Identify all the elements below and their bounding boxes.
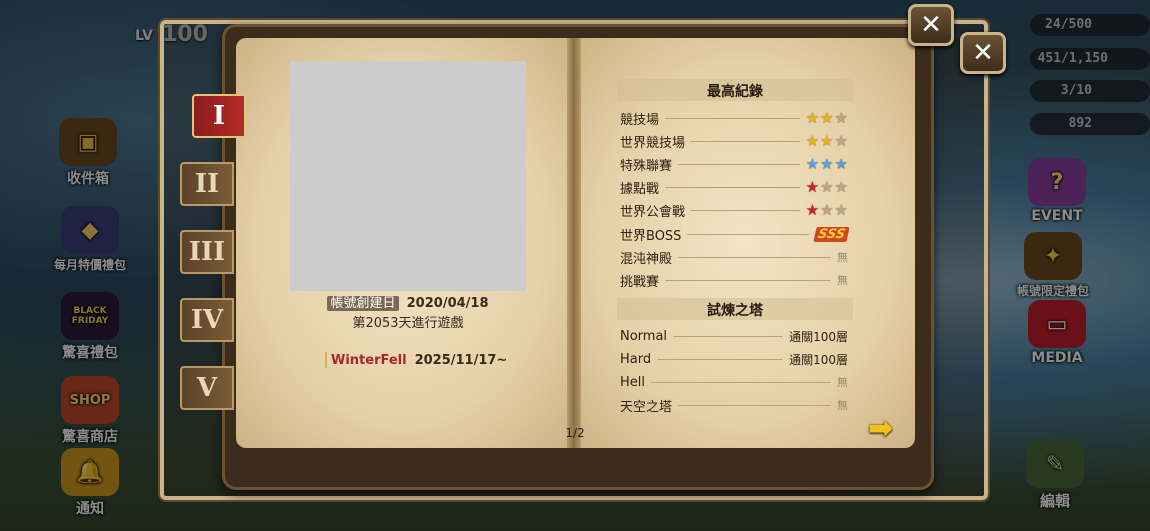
tower-title: 試煉之塔 [617,298,853,320]
star-filled-icon: ★ [805,131,820,150]
tower-value: 無 [837,399,848,412]
profile-image-placeholder [290,61,526,291]
tab-3[interactable]: III [180,230,234,274]
tab-4[interactable]: IV [180,298,234,342]
rank-badge: SSS [813,226,850,242]
record-row: 特殊聯賽 ★ ★ ★ [620,154,848,174]
leader-line [678,163,800,165]
leader-line [691,140,800,142]
tower-row: 天空之塔 無 [620,396,848,415]
tower-label: Hard [620,351,652,367]
tower-label: 天空之塔 [620,399,673,415]
leader-line [673,335,784,337]
record-row: 據點戰 ★ ★ ★ [620,177,848,197]
record-label: 混沌神殿 [620,251,673,267]
star-rating: ★ ★ ★ [805,154,848,173]
star-filled-icon: ★ [805,154,820,173]
tower-label: Normal [620,328,668,344]
days-played: 第2053天進行遊戲 [352,316,464,331]
next-page-button[interactable]: ➡ [868,414,902,444]
record-label: 特殊聯賽 [620,158,673,174]
guild-shield-icon [325,352,327,368]
record-row: 挑戰賽 無 [620,271,848,290]
star-filled-icon: ★ [805,200,820,219]
account-created: 帳號創建日 2020/04/18 [290,292,526,311]
star-rating: ★ ★ ★ [805,131,848,150]
leader-line [665,186,800,188]
record-row: 世界公會戰 ★ ★ ★ [620,200,848,220]
star-filled-icon: ★ [820,108,834,127]
record-row: 世界競技場 ★ ★ ★ [620,131,848,151]
tower-label: Hell [620,374,645,390]
tower-row: Hell 無 [620,373,848,391]
star-filled-icon: ★ [820,154,834,173]
leader-line [687,233,809,235]
leader-line [691,209,800,211]
star-empty-icon: ★ [834,200,848,219]
star-empty-icon: ★ [820,200,834,219]
star-empty-icon: ★ [820,177,834,196]
tab-5[interactable]: V [180,366,234,410]
record-value: 無 [837,251,848,264]
record-row: 世界BOSS SSS [620,225,850,244]
tab-2[interactable]: II [180,162,234,206]
record-value: 無 [837,274,848,287]
leader-line [678,404,831,406]
leader-line [665,279,831,281]
created-date: 2020/04/18 [406,296,489,311]
leader-line [678,256,831,258]
record-label: 據點戰 [620,181,660,197]
record-label: 挑戰賽 [620,274,660,290]
star-rating: ★ ★ ★ [805,200,848,219]
tower-value: 通關100層 [789,329,848,344]
leader-line [651,381,831,383]
star-filled-icon: ★ [805,108,820,127]
tower-row: Normal 通關100層 [620,327,848,345]
records-title: 最高紀錄 [617,79,853,101]
guild-info[interactable]: WinterFell 2025/11/17~ [325,349,508,371]
record-row: 競技場 ★ ★ ★ [620,108,848,128]
page-indicator: 1/2 [565,426,585,440]
book-spine [567,38,581,448]
close-book-button[interactable]: ✕ [908,4,954,46]
tower-row: Hard 通關100層 [620,350,848,368]
close-window-button[interactable]: ✕ [960,32,1006,74]
record-label: 競技場 [620,112,660,128]
record-label: 世界BOSS [620,228,682,244]
record-row: 混沌神殿 無 [620,248,848,267]
tower-value: 無 [837,376,848,389]
star-empty-icon: ★ [834,177,848,196]
guild-date: 2025/11/17~ [414,352,508,368]
guild-name: WinterFell [331,352,407,368]
star-filled-icon: ★ [834,154,848,173]
leader-line [665,117,800,119]
star-empty-icon: ★ [834,108,848,127]
star-empty-icon: ★ [834,131,848,150]
tower-value: 通關100層 [789,352,848,367]
tab-1[interactable]: I [192,94,246,138]
record-label: 世界競技場 [620,135,686,151]
star-rating: ★ ★ ★ [805,177,848,196]
star-filled-icon: ★ [820,131,834,150]
record-label: 世界公會戰 [620,204,686,220]
leader-line [657,358,784,360]
star-rating: ★ ★ ★ [805,108,848,127]
star-filled-icon: ★ [805,177,820,196]
created-label: 帳號創建日 [327,296,399,311]
